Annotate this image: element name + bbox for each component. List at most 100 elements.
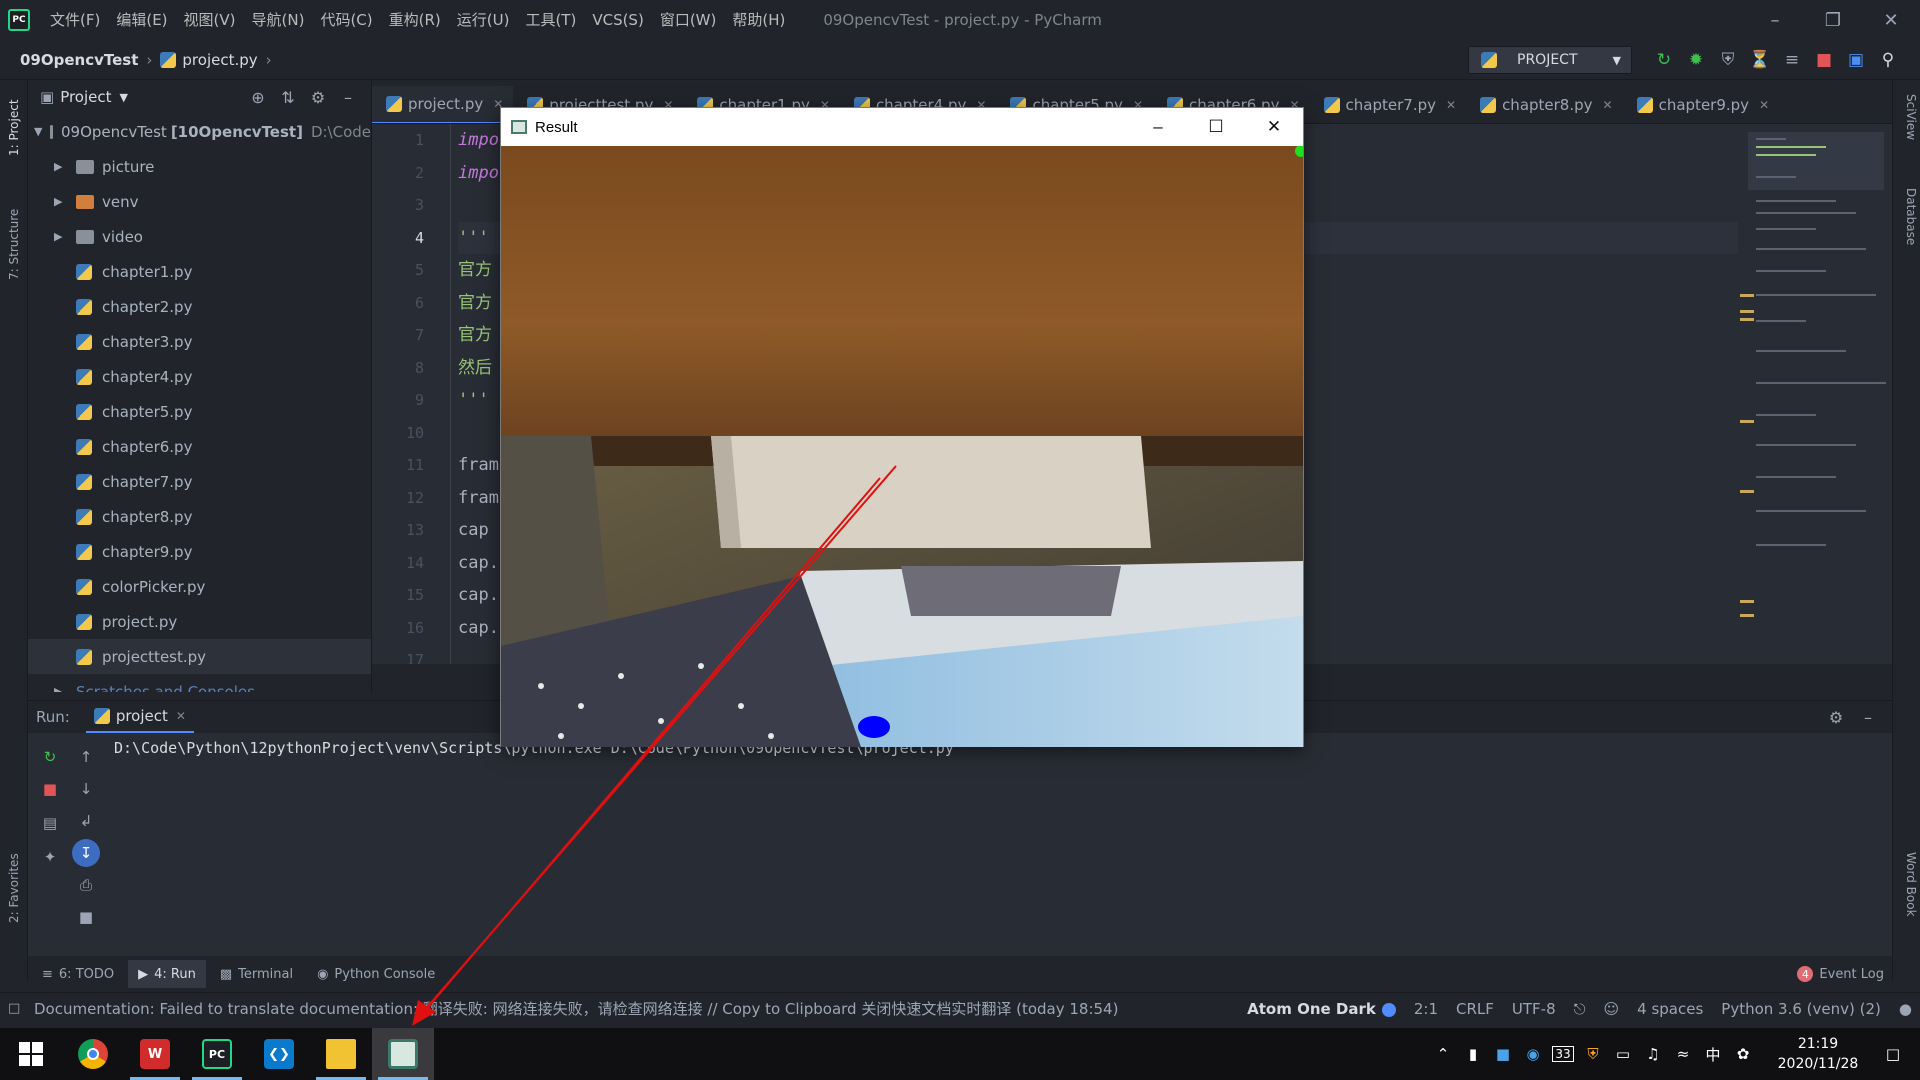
close-icon[interactable]: ✕ <box>1759 98 1769 112</box>
menu-file[interactable]: 文件(F) <box>42 0 108 40</box>
webcam-frame[interactable] <box>501 146 1303 747</box>
tree-file[interactable]: chapter5.py <box>28 394 371 429</box>
trash-icon[interactable]: ■ <box>72 903 100 931</box>
locate-icon[interactable]: ⊕ <box>243 88 273 107</box>
stop-icon[interactable]: ■ <box>36 775 64 803</box>
menu-run[interactable]: 运行(U) <box>449 0 518 40</box>
layout-icon[interactable]: ▤ <box>36 809 64 837</box>
tree-scratches[interactable]: ▶ Scratches and Consoles <box>28 674 371 693</box>
taskbar-chrome[interactable] <box>62 1028 124 1080</box>
tree-folder[interactable]: ▶ picture <box>28 149 371 184</box>
theme-indicator[interactable]: Atom One Dark <box>1247 1000 1396 1018</box>
pin-icon[interactable]: ✦ <box>36 843 64 871</box>
tool-tab-favorites[interactable]: 2: Favorites <box>3 842 25 934</box>
tool-tab-terminal[interactable]: ▩ Terminal <box>210 960 303 988</box>
collapse-all-icon[interactable]: ⇅ <box>273 88 303 107</box>
menu-refactor[interactable]: 重构(R) <box>381 0 449 40</box>
tool-tab-sciview[interactable]: SciView <box>1896 94 1918 174</box>
menu-navigate[interactable]: 导航(N) <box>244 0 313 40</box>
close-icon[interactable]: ✕ <box>1603 98 1613 112</box>
tree-file[interactable]: chapter2.py <box>28 289 371 324</box>
menu-tools[interactable]: 工具(T) <box>517 0 584 40</box>
breadcrumb-file[interactable]: project.py <box>182 51 257 69</box>
menu-help[interactable]: 帮助(H) <box>724 0 793 40</box>
tree-file[interactable]: colorPicker.py <box>28 569 371 604</box>
notification-icon[interactable]: □ <box>1878 1045 1908 1063</box>
tree-file[interactable]: chapter9.py <box>28 534 371 569</box>
lock-icon[interactable]: ⎋ <box>1574 1000 1586 1018</box>
scroll-to-end-icon[interactable]: ↧ <box>72 839 100 867</box>
taskbar-opencv-result[interactable] <box>372 1028 434 1080</box>
indent-setting[interactable]: 4 spaces <box>1637 1000 1703 1018</box>
menu-edit[interactable]: 编辑(E) <box>108 0 175 40</box>
rerun-icon[interactable]: ↻ <box>36 743 64 771</box>
translate-icon[interactable]: ▣ <box>1840 40 1872 80</box>
minimize-button[interactable]: – <box>1129 108 1187 146</box>
tree-file[interactable]: chapter6.py <box>28 429 371 464</box>
inspector-icon[interactable]: ☺ <box>1604 1000 1620 1018</box>
tool-tab-structure[interactable]: 7: Structure <box>3 196 25 292</box>
build-icon[interactable]: ≡ <box>1776 40 1808 80</box>
result-window-titlebar[interactable]: Result – ☐ ✕ <box>501 108 1303 146</box>
volume-icon[interactable]: ♫ <box>1638 1045 1668 1063</box>
gear-icon[interactable]: ⚙ <box>1820 708 1852 727</box>
editor-tab[interactable]: chapter8.py ✕ <box>1466 86 1623 123</box>
gear-icon[interactable]: ⚙ <box>303 88 333 107</box>
print-icon[interactable]: ⎙ <box>72 871 100 899</box>
chat-icon[interactable]: ◉ <box>1518 1045 1548 1063</box>
maximize-button[interactable]: ☐ <box>1187 108 1245 146</box>
tool-tab-database[interactable]: Database <box>1896 188 1918 272</box>
tree-folder[interactable]: ▶ venv <box>28 184 371 219</box>
taskbar-file-explorer[interactable] <box>310 1028 372 1080</box>
menu-code[interactable]: 代码(C) <box>312 0 380 40</box>
start-button[interactable] <box>0 1028 62 1080</box>
app-tray-icon[interactable]: ■ <box>1488 1045 1518 1063</box>
close-icon[interactable]: ✕ <box>1446 98 1456 112</box>
tree-folder[interactable]: ▶ video <box>28 219 371 254</box>
tool-tab-project[interactable]: 1: Project <box>3 88 25 168</box>
soft-wrap-icon[interactable]: ↲ <box>72 807 100 835</box>
editor-tab[interactable]: project.py ✕ <box>372 86 514 123</box>
arrow-up-icon[interactable]: ↑ <box>72 743 100 771</box>
run-tab[interactable]: project ✕ <box>85 701 194 733</box>
bookmark-icon[interactable]: ▮ <box>1458 1045 1488 1063</box>
file-encoding[interactable]: UTF-8 <box>1512 1000 1556 1018</box>
editor-tab[interactable]: chapter7.py ✕ <box>1310 86 1467 123</box>
ime-indicator[interactable]: 中 <box>1698 1044 1728 1065</box>
menu-view[interactable]: 视图(V) <box>176 0 244 40</box>
memory-icon[interactable]: ● <box>1899 1000 1912 1018</box>
chevron-down-icon[interactable]: ▼ <box>120 91 128 104</box>
arrow-down-icon[interactable]: ↓ <box>72 775 100 803</box>
menu-vcs[interactable]: VCS(S) <box>584 0 651 40</box>
editor-tab[interactable]: chapter9.py ✕ <box>1623 86 1780 123</box>
stop-icon[interactable]: ■ <box>1808 40 1840 80</box>
tree-file[interactable]: chapter3.py <box>28 324 371 359</box>
hide-icon[interactable]: – <box>1852 708 1884 727</box>
rerun-icon[interactable]: ↻ <box>1648 40 1680 80</box>
paw-icon[interactable]: ✿ <box>1728 1045 1758 1063</box>
wifi-icon[interactable]: ≈ <box>1668 1045 1698 1063</box>
profile-icon[interactable]: ⏳ <box>1744 40 1776 80</box>
tool-tab-todo[interactable]: ≡ 6: TODO <box>32 960 124 988</box>
code-minimap[interactable] <box>1740 124 1892 664</box>
line-separator[interactable]: CRLF <box>1456 1000 1494 1018</box>
shield-icon[interactable]: ⛨ <box>1578 1045 1608 1063</box>
taskbar-pycharm[interactable]: PC <box>186 1028 248 1080</box>
tool-tab-word-book[interactable]: Word Book <box>1896 852 1918 952</box>
status-message[interactable]: Documentation: Failed to translate docum… <box>0 998 1118 1019</box>
restore-button[interactable]: ❐ <box>1804 0 1862 40</box>
tree-root[interactable]: ▼ 09OpencvTest [10OpencvTest] D:\Code <box>28 114 371 149</box>
minimize-button[interactable]: – <box>1746 0 1804 40</box>
tree-file[interactable]: chapter4.py <box>28 359 371 394</box>
menu-window[interactable]: 窗口(W) <box>652 0 725 40</box>
tree-file-selected[interactable]: projecttest.py <box>28 639 371 674</box>
event-log-button[interactable]: 4 Event Log <box>1797 960 1884 988</box>
close-button[interactable]: ✕ <box>1862 0 1920 40</box>
tree-file[interactable]: chapter8.py <box>28 499 371 534</box>
debug-icon[interactable]: ✹ <box>1680 40 1712 80</box>
close-button[interactable]: ✕ <box>1245 108 1303 146</box>
tool-windows-icon[interactable]: □ <box>8 1001 20 1016</box>
python-interpreter[interactable]: Python 3.6 (venv) (2) <box>1721 1000 1881 1018</box>
coverage-icon[interactable]: ⛨ <box>1712 40 1744 80</box>
tool-tab-run[interactable]: ▶ 4: Run <box>128 960 206 988</box>
